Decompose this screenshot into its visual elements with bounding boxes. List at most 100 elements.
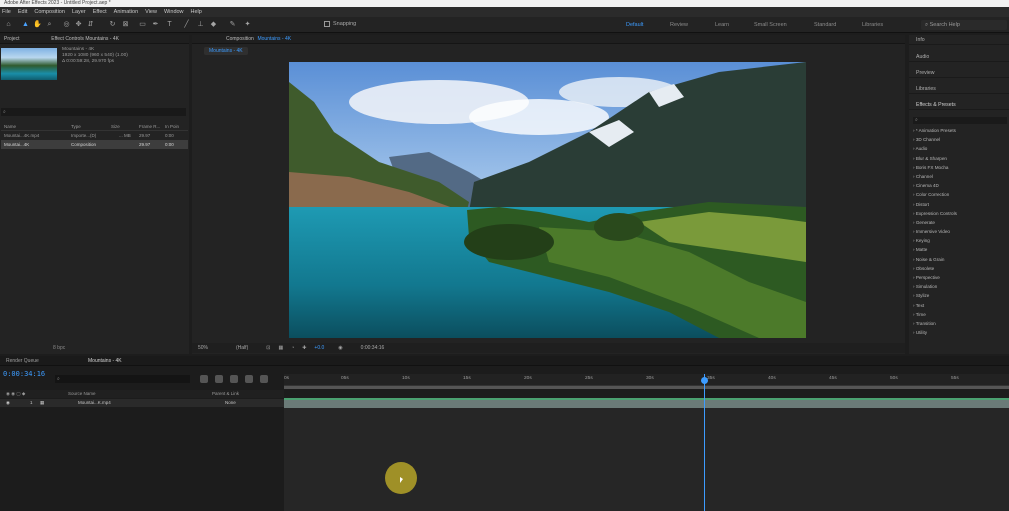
timeline-search-input[interactable]: ⌕: [55, 375, 190, 383]
fx-boris-fx-mocha[interactable]: › Boris FX Mocha: [913, 163, 1009, 172]
menu-view[interactable]: View: [145, 9, 157, 15]
home-icon[interactable]: ⌂: [4, 20, 13, 29]
comp-viewer-tab[interactable]: Mountains - 4K: [204, 47, 248, 55]
pen-tool-icon[interactable]: ✒: [151, 20, 160, 29]
fx-time[interactable]: › Time: [913, 310, 1009, 319]
layer-parent-dropdown[interactable]: None: [225, 399, 236, 407]
workspace-standard[interactable]: Standard: [814, 22, 836, 28]
comp-timecode[interactable]: 0:00:34:16: [361, 345, 385, 351]
fx-matte[interactable]: › Matte: [913, 245, 1009, 254]
playhead-handle[interactable]: [701, 377, 708, 384]
tab-render-queue[interactable]: Render Queue: [6, 356, 39, 366]
menu-layer[interactable]: Layer: [72, 9, 86, 15]
mask-icon[interactable]: ◔: [291, 345, 294, 351]
col-frame-rate[interactable]: Frame R...: [139, 122, 160, 131]
comp-header-name[interactable]: Mountains - 4K: [257, 36, 291, 42]
rotate-tool-icon[interactable]: ↻: [108, 20, 117, 29]
fx-obsolete[interactable]: › Obsolete: [913, 264, 1009, 273]
fx-color-correction[interactable]: › Color Correction: [913, 190, 1009, 199]
fx-animation-presets[interactable]: › * Animation Presets: [913, 126, 1009, 135]
tab-effect-controls[interactable]: Effect Controls Mountains - 4K: [51, 36, 119, 42]
hand-tool-icon[interactable]: ✋: [33, 20, 42, 29]
search-help-input[interactable]: ⌕ Search Help: [921, 20, 1007, 30]
workspace-learn[interactable]: Learn: [715, 22, 729, 28]
fx-expression-controls[interactable]: › Expression Controls: [913, 209, 1009, 218]
tab-timeline-comp[interactable]: Mountains - 4K: [88, 356, 122, 366]
grid-icon[interactable]: ▦: [278, 345, 283, 351]
fx-3d-channel[interactable]: › 3D Channel: [913, 135, 1009, 144]
bit-depth-button[interactable]: 8 bpc: [53, 345, 65, 351]
brush-tool-icon[interactable]: ╱: [182, 20, 191, 29]
eraser-tool-icon[interactable]: ◆: [209, 20, 218, 29]
work-area-bar[interactable]: [284, 386, 1009, 389]
composition-viewer[interactable]: [289, 62, 806, 338]
menu-file[interactable]: File: [2, 9, 11, 15]
anchor-tool-icon[interactable]: ⊠: [121, 20, 130, 29]
fit-icon[interactable]: ⊡: [266, 345, 270, 351]
layer-duration-bar[interactable]: [284, 398, 1009, 408]
fx-channel[interactable]: › Channel: [913, 172, 1009, 181]
fx-utility[interactable]: › Utility: [913, 328, 1009, 337]
section-audio[interactable]: Audio: [909, 53, 1009, 62]
visibility-icon[interactable]: ◉: [6, 399, 10, 407]
menu-animation[interactable]: Animation: [114, 9, 138, 15]
playhead-line[interactable]: [704, 374, 705, 511]
menu-edit[interactable]: Edit: [18, 9, 27, 15]
menu-composition[interactable]: Composition: [34, 9, 65, 15]
snapshot-icon[interactable]: ◉: [338, 345, 342, 351]
menu-effect[interactable]: Effect: [93, 9, 107, 15]
layer-row[interactable]: ◉ 1 ▦ Mountai...K.mp4 None: [0, 399, 284, 407]
fx-simulation[interactable]: › Simulation: [913, 282, 1009, 291]
roto-brush-icon[interactable]: ✎: [228, 20, 237, 29]
rectangle-tool-icon[interactable]: ▭: [138, 20, 147, 29]
timeline-timecode[interactable]: 0:00:34:16: [3, 370, 45, 378]
timeline-track-area[interactable]: [284, 408, 1009, 511]
pan-tool-icon[interactable]: ✥: [74, 20, 83, 29]
section-effects-presets[interactable]: Effects & Presets: [909, 101, 1009, 110]
tab-project[interactable]: Project: [4, 36, 20, 42]
orbit-tool-icon[interactable]: ◎: [62, 20, 71, 29]
time-ruler[interactable]: 0s 05s 10s 15s 20s 25s 30s 35s 40s 45s 5…: [284, 374, 1009, 386]
graph-editor-icon[interactable]: [260, 375, 268, 383]
col-source-name[interactable]: Source Name: [68, 390, 96, 398]
section-preview[interactable]: Preview: [909, 69, 1009, 78]
dolly-tool-icon[interactable]: ⇵: [86, 20, 95, 29]
fx-distort[interactable]: › Distort: [913, 200, 1009, 209]
col-in-point[interactable]: In Poin: [165, 122, 179, 131]
fx-cinema-4d[interactable]: › Cinema 4D: [913, 181, 1009, 190]
shy-icon[interactable]: [215, 375, 223, 383]
col-size[interactable]: Size: [111, 122, 120, 131]
draft-3d-icon[interactable]: [200, 375, 208, 383]
frame-blend-icon[interactable]: [230, 375, 238, 383]
workspace-libraries[interactable]: Libraries: [862, 22, 883, 28]
section-info[interactable]: Info: [909, 36, 1009, 45]
color-picker-icon[interactable]: ✚: [302, 345, 306, 351]
resolution-dropdown[interactable]: (Half): [236, 345, 248, 351]
fx-noise-grain[interactable]: › Noise & Grain: [913, 255, 1009, 264]
effects-search-input[interactable]: ⌕: [913, 117, 1007, 124]
fx-audio[interactable]: › Audio: [913, 144, 1009, 153]
fx-transition[interactable]: › Transition: [913, 319, 1009, 328]
fx-blur-sharpen[interactable]: › Blur & Sharpen: [913, 154, 1009, 163]
workspace-review[interactable]: Review: [670, 22, 688, 28]
workspace-default[interactable]: Default: [626, 22, 643, 28]
menu-help[interactable]: Help: [191, 9, 202, 15]
section-libraries[interactable]: Libraries: [909, 85, 1009, 94]
motion-blur-icon[interactable]: [245, 375, 253, 383]
clone-stamp-icon[interactable]: ⊥: [196, 20, 205, 29]
project-row-footage[interactable]: Mountai...4K.mp4 Importe...(D) ... MB 29…: [1, 131, 188, 140]
fx-generate[interactable]: › Generate: [913, 218, 1009, 227]
fx-immersive-video[interactable]: › Immersive Video: [913, 227, 1009, 236]
fx-text[interactable]: › Text: [913, 301, 1009, 310]
project-row-composition[interactable]: Mountai...4K Composition 29.97 0:00: [1, 140, 188, 149]
col-type[interactable]: Type: [71, 122, 81, 131]
text-tool-icon[interactable]: T: [165, 20, 174, 29]
fx-keying[interactable]: › Keying: [913, 236, 1009, 245]
zoom-dropdown[interactable]: 50%: [198, 345, 208, 351]
col-name[interactable]: Name: [4, 122, 16, 131]
selection-tool-icon[interactable]: ▲: [21, 20, 30, 29]
workspace-small-screen[interactable]: Small Screen: [754, 22, 787, 28]
fx-perspective[interactable]: › Perspective: [913, 273, 1009, 282]
snapping-toggle[interactable]: Snapping: [324, 21, 356, 27]
exposure-value[interactable]: +0.0: [314, 345, 324, 351]
